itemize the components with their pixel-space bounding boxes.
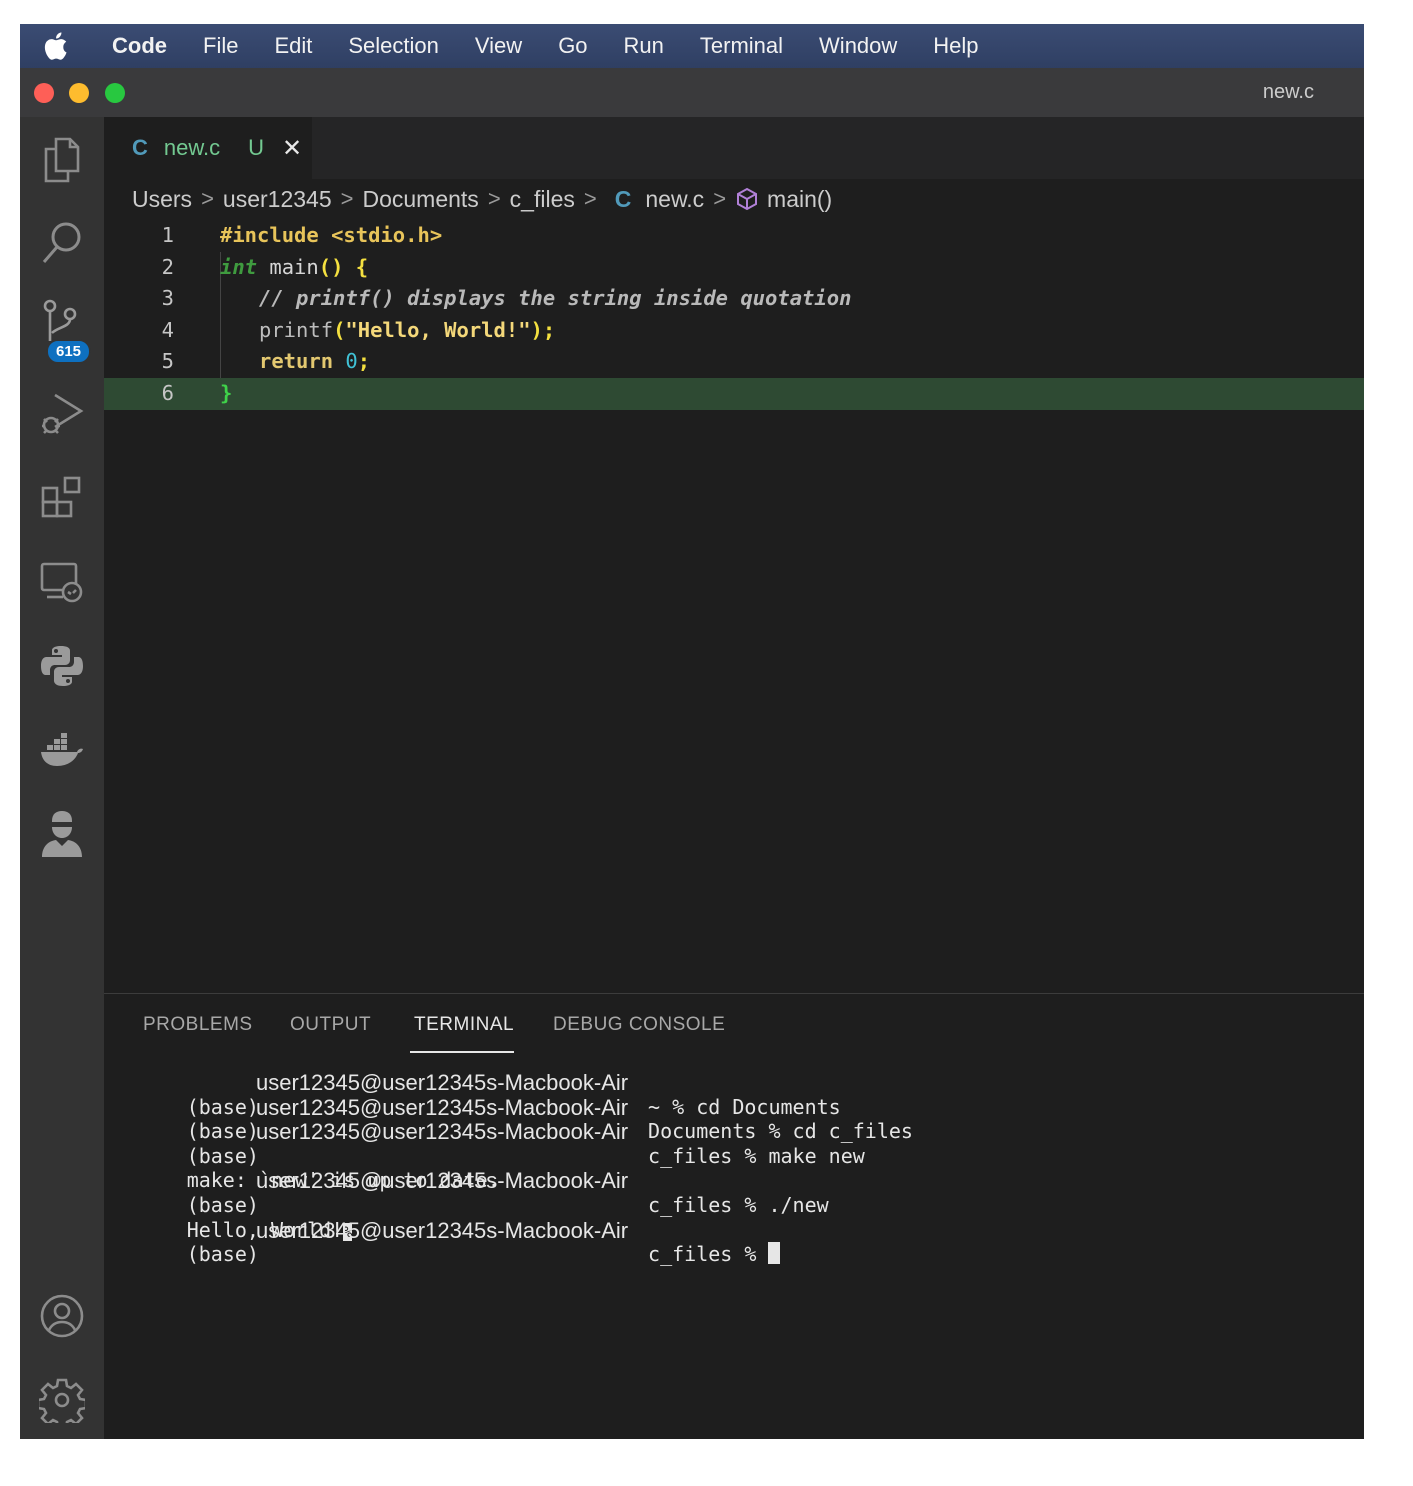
source-control-icon[interactable]: 615	[20, 295, 104, 365]
line-number: 4	[161, 317, 174, 342]
code-line[interactable]: 1 #include <stdio.h>	[104, 220, 1364, 252]
terminal-output[interactable]: (base) user12345@user12345s-Macbook-Air ~…	[140, 1070, 913, 1266]
explorer-icon[interactable]	[20, 125, 104, 195]
menu-view[interactable]: View	[457, 24, 540, 68]
vscode-window: Code File Edit Selection View Go Run Ter…	[20, 24, 1364, 1439]
terminal-line: (base) user12345@user12345s-Macbook-Air c…	[186, 1119, 865, 1168]
menu-selection[interactable]: Selection	[330, 24, 457, 68]
tab-new-c[interactable]: C new.c U ✕	[104, 117, 312, 179]
breadcrumb-documents[interactable]: Documents	[362, 186, 478, 213]
close-window-button[interactable]	[34, 83, 54, 103]
line-number: 2	[161, 254, 174, 279]
function-name: main	[257, 254, 319, 279]
code-line[interactable]: 5 return 0;	[104, 346, 1364, 378]
menu-go[interactable]: Go	[540, 24, 605, 68]
code-line[interactable]: 2 int main() {	[104, 252, 1364, 284]
c-file-icon: C	[614, 185, 632, 212]
menu-code[interactable]: Code	[92, 24, 185, 68]
menu-edit[interactable]: Edit	[256, 24, 330, 68]
title-bar: new.c	[20, 68, 1364, 118]
breadcrumb-user12345[interactable]: user12345	[223, 186, 332, 213]
terminal-line: (base) user12345@user12345s-Macbook-Air D…	[186, 1094, 913, 1144]
breadcrumb-c-files[interactable]: c_files	[510, 186, 575, 213]
bottom-panel: PROBLEMS OUTPUT TERMINAL DEBUG CONSOLE (…	[104, 993, 1364, 1439]
terminal-line: Hello, World!%	[186, 1217, 353, 1242]
panel-tab-bar: PROBLEMS OUTPUT TERMINAL DEBUG CONSOLE	[104, 994, 1364, 1054]
terminal-line: (base) user12345@user12345s-Macbook-Air c…	[140, 1218, 781, 1266]
active-tab-indicator	[410, 1051, 514, 1053]
zoom-window-button[interactable]	[105, 83, 125, 103]
apple-logo-icon[interactable]	[42, 32, 92, 60]
close-icon[interactable]: ✕	[282, 134, 302, 163]
punctuation: () {	[318, 254, 369, 279]
c-file-icon: C	[132, 135, 148, 160]
live-share-icon[interactable]	[20, 799, 104, 869]
string-literal: "Hello, World!"	[345, 317, 531, 342]
activity-bar: 615	[20, 117, 104, 1439]
punctuation: );	[530, 317, 556, 342]
editor-area: C new.c U ✕ Users > user12345 > Document…	[104, 117, 1364, 993]
code-line[interactable]: 3 // printf() displays the string inside…	[104, 283, 1364, 315]
account-icon[interactable]	[20, 1281, 104, 1351]
number-literal: 0	[345, 349, 358, 374]
terminal-line: (base) user12345@user12345s-Macbook-Air ~…	[186, 1070, 841, 1119]
breadcrumb-main[interactable]: main()	[767, 186, 832, 213]
tab-terminal[interactable]: TERMINAL	[414, 1014, 514, 1036]
tab-problems[interactable]: PROBLEMS	[143, 1014, 253, 1036]
tab-label: new.c	[163, 135, 221, 160]
settings-gear-icon[interactable]	[20, 1365, 104, 1435]
function-call: printf	[259, 317, 334, 342]
punctuation: (	[333, 317, 346, 342]
breadcrumb-users[interactable]: Users	[132, 186, 192, 213]
menu-file[interactable]: File	[185, 24, 256, 68]
line-number: 6	[161, 380, 174, 405]
window-title: new.c	[1262, 81, 1314, 103]
chevron-right-icon: >	[340, 186, 354, 211]
extensions-icon[interactable]	[20, 463, 104, 533]
chevron-right-icon: >	[583, 186, 597, 211]
terminal-line: (base) user12345@user12345s-Macbook-Air c…	[186, 1168, 829, 1217]
search-icon[interactable]	[20, 207, 104, 277]
tab-debug-console[interactable]: DEBUG CONSOLE	[553, 1014, 725, 1036]
punctuation: ;	[357, 349, 371, 374]
terminal-cursor	[768, 1242, 781, 1265]
chevron-right-icon: >	[487, 186, 501, 211]
line-number: 3	[161, 286, 174, 311]
tab-output[interactable]: OUTPUT	[290, 1014, 371, 1036]
return-keyword: return	[259, 349, 346, 374]
code-line[interactable]: 4 printf("Hello, World!");	[104, 315, 1364, 347]
chevron-right-icon: >	[201, 186, 214, 211]
breadcrumb-new-c[interactable]: new.c	[645, 186, 704, 213]
menu-help[interactable]: Help	[915, 24, 996, 68]
method-cube-icon	[735, 187, 759, 211]
terminal-line: make: `new' is up to date.	[186, 1168, 500, 1193]
menu-terminal[interactable]: Terminal	[682, 24, 801, 68]
remote-explorer-icon[interactable]	[20, 547, 104, 617]
run-debug-icon[interactable]	[20, 379, 104, 449]
docker-icon[interactable]	[20, 715, 104, 785]
source-control-badge: 615	[46, 339, 92, 364]
type-keyword: int	[220, 254, 258, 279]
line-number: 5	[161, 349, 174, 374]
code-comment: // printf() displays the string inside q…	[259, 286, 852, 311]
minimize-window-button[interactable]	[69, 83, 89, 103]
menu-window[interactable]: Window	[801, 24, 915, 68]
editor-tab-bar: C new.c U ✕	[104, 117, 1364, 179]
breadcrumb: Users > user12345 > Documents > c_files …	[132, 181, 832, 217]
line-number: 1	[161, 223, 174, 247]
code-editor[interactable]: 1 #include <stdio.h> 2 int main() { 3 //…	[104, 220, 1364, 410]
chevron-right-icon: >	[713, 186, 727, 211]
include-directive: #include <stdio.h>	[220, 223, 443, 247]
menu-run[interactable]: Run	[606, 24, 682, 68]
closing-brace: }	[220, 380, 233, 405]
python-icon[interactable]	[20, 631, 104, 701]
menu-bar: Code File Edit Selection View Go Run Ter…	[20, 24, 1364, 68]
untracked-status-badge: U	[248, 135, 265, 160]
code-line-current[interactable]: 6 }	[104, 377, 1364, 410]
